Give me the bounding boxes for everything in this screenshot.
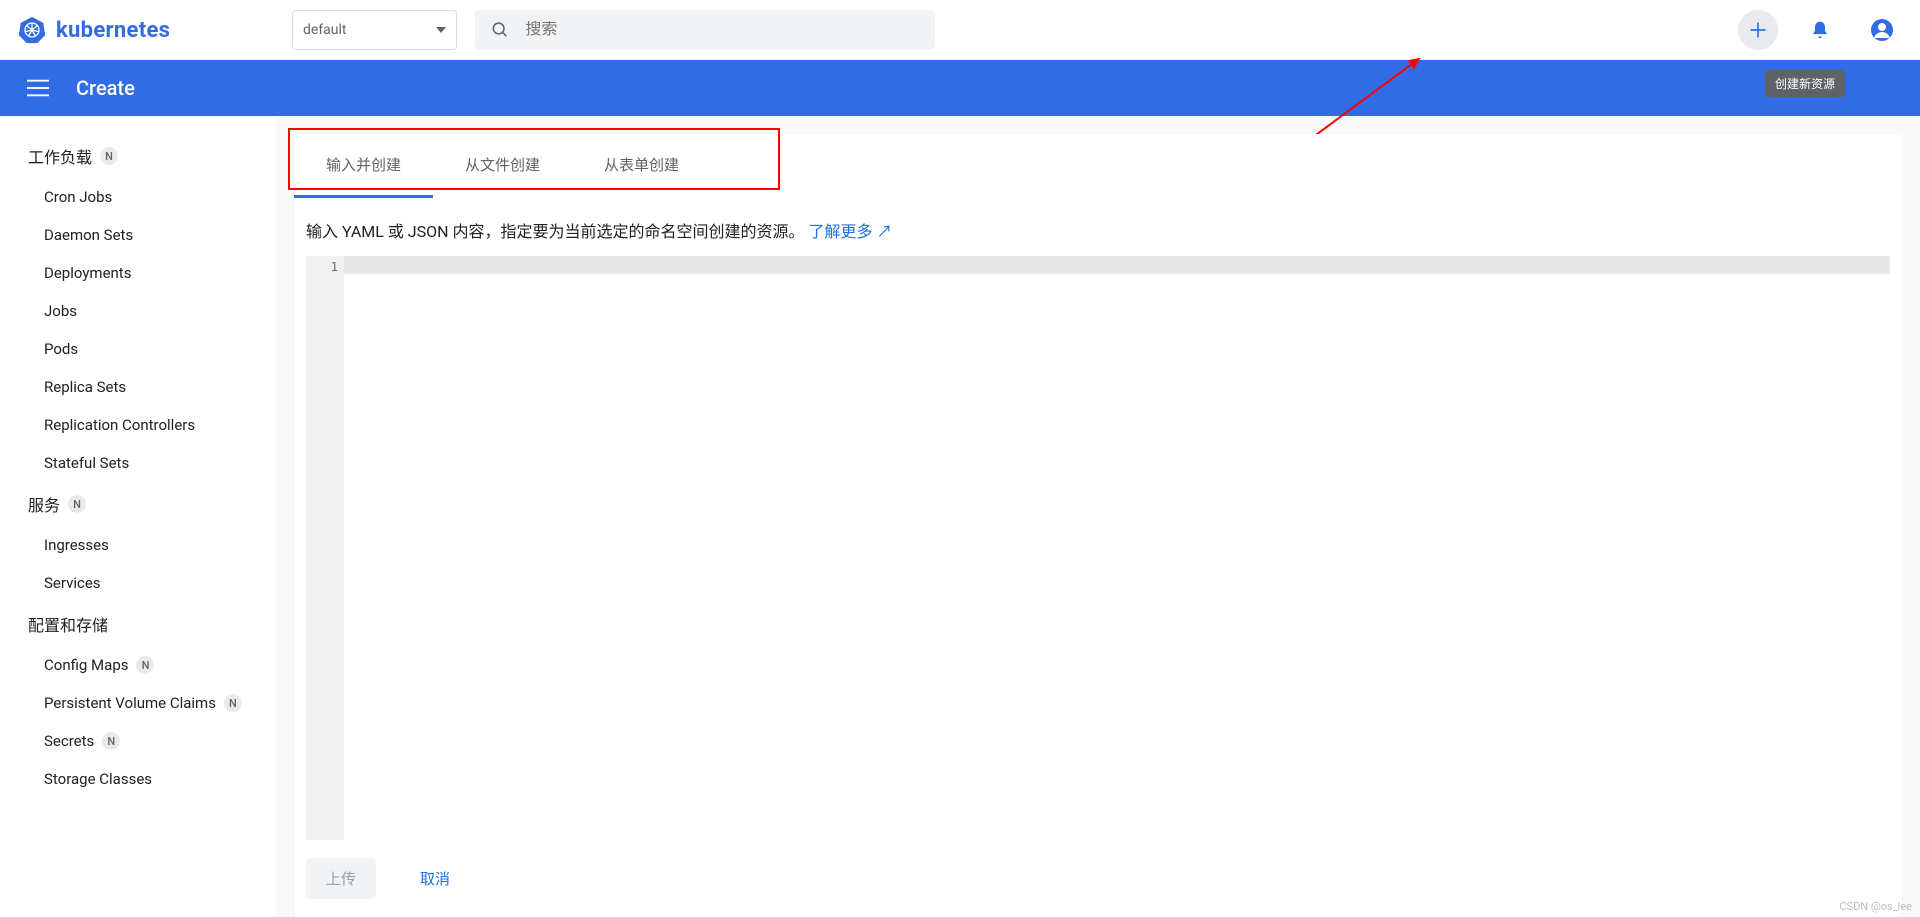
sidebar-item[interactable]: Replica Sets xyxy=(0,368,276,406)
sidebar-section-header[interactable]: 配置和存储 xyxy=(0,602,276,646)
topbar: kubernetes default xyxy=(0,0,1920,60)
namespace-selected: default xyxy=(303,22,347,38)
sidebar-item[interactable]: Cron Jobs xyxy=(0,178,276,216)
sidebar-item[interactable]: Daemon Sets xyxy=(0,216,276,254)
learn-more-link[interactable]: 了解更多 ↗ xyxy=(809,222,893,241)
tab[interactable]: 输入并创建 xyxy=(294,134,433,198)
search-icon xyxy=(491,20,509,40)
user-icon xyxy=(1870,18,1894,42)
sidebar-item[interactable]: Pods xyxy=(0,330,276,368)
sidebar: 工作负载NCron JobsDaemon SetsDeploymentsJobs… xyxy=(0,116,276,917)
badge-n: N xyxy=(224,694,242,712)
description-text: 输入 YAML 或 JSON 内容，指定要为当前选定的命名空间创建的资源。 xyxy=(306,222,805,241)
line-number: 1 xyxy=(306,260,338,274)
tab[interactable]: 从文件创建 xyxy=(433,134,572,198)
bell-icon xyxy=(1810,19,1830,41)
menu-button[interactable] xyxy=(18,68,58,108)
create-button[interactable] xyxy=(1738,10,1778,50)
badge-n: N xyxy=(102,732,120,750)
editor-active-line xyxy=(344,256,1890,274)
watermark: CSDN @os_lee xyxy=(1839,900,1912,913)
action-row: 上传 取消 xyxy=(294,840,1902,917)
logo[interactable]: kubernetes xyxy=(18,16,274,44)
yaml-editor[interactable]: 1 xyxy=(306,256,1890,840)
sidebar-item[interactable]: Persistent Volume ClaimsN xyxy=(0,684,276,722)
search-input[interactable] xyxy=(525,21,919,39)
sidebar-section-header[interactable]: 工作负载N xyxy=(0,134,276,178)
badge-n: N xyxy=(100,147,118,165)
description-row: 输入 YAML 或 JSON 内容，指定要为当前选定的命名空间创建的资源。 了解… xyxy=(294,198,1902,256)
page-title: Create xyxy=(76,76,135,100)
badge-n: N xyxy=(136,656,154,674)
sidebar-item[interactable]: Deployments xyxy=(0,254,276,292)
sidebar-item[interactable]: Config MapsN xyxy=(0,646,276,684)
sidebar-item[interactable]: Stateful Sets xyxy=(0,444,276,482)
editor-code-area[interactable] xyxy=(344,256,1890,840)
create-card: 输入并创建从文件创建从表单创建 输入 YAML 或 JSON 内容，指定要为当前… xyxy=(294,134,1902,917)
tab[interactable]: 从表单创建 xyxy=(572,134,711,198)
kubernetes-logo-icon xyxy=(18,16,46,44)
subheader: Create 创建新资源 xyxy=(0,60,1920,116)
namespace-select[interactable]: default xyxy=(292,10,457,50)
brand-text: kubernetes xyxy=(56,18,170,43)
sidebar-item[interactable]: Jobs xyxy=(0,292,276,330)
top-actions xyxy=(1738,10,1902,50)
create-tooltip: 创建新资源 xyxy=(1765,70,1845,97)
plus-icon xyxy=(1748,20,1768,40)
user-button[interactable] xyxy=(1862,10,1902,50)
sidebar-item[interactable]: Replication Controllers xyxy=(0,406,276,444)
editor-gutter: 1 xyxy=(306,256,344,840)
badge-n: N xyxy=(68,495,86,513)
sidebar-section-header[interactable]: 服务N xyxy=(0,482,276,526)
yaml-textarea[interactable] xyxy=(344,274,1890,840)
tabs: 输入并创建从文件创建从表单创建 xyxy=(294,134,1902,198)
hamburger-icon xyxy=(27,79,49,97)
sidebar-item[interactable]: Services xyxy=(0,564,276,602)
cancel-button[interactable]: 取消 xyxy=(400,858,470,899)
sidebar-item[interactable]: SecretsN xyxy=(0,722,276,760)
chevron-down-icon xyxy=(436,27,446,33)
search-box[interactable] xyxy=(475,10,935,50)
notifications-button[interactable] xyxy=(1800,10,1840,50)
external-link-icon: ↗ xyxy=(876,222,892,241)
sidebar-item[interactable]: Storage Classes xyxy=(0,760,276,798)
upload-button[interactable]: 上传 xyxy=(306,858,376,899)
sidebar-item[interactable]: Ingresses xyxy=(0,526,276,564)
main: 输入并创建从文件创建从表单创建 输入 YAML 或 JSON 内容，指定要为当前… xyxy=(276,116,1920,917)
